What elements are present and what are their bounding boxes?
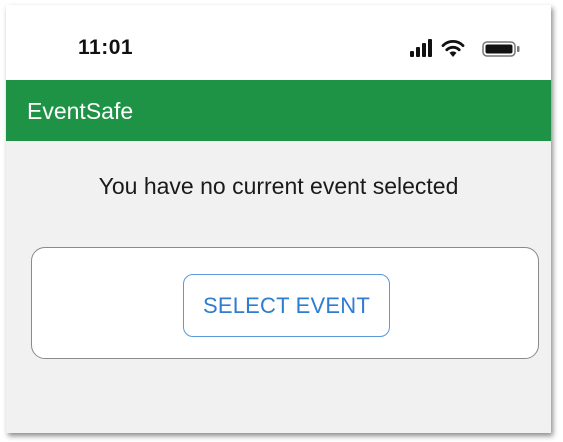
status-icons xyxy=(410,38,530,58)
battery-icon xyxy=(482,41,520,57)
wifi-icon xyxy=(441,40,465,57)
event-card: SELECT EVENT xyxy=(31,247,539,359)
phone-screen: 11:01 EventSafe You have no current even… xyxy=(6,5,551,433)
status-bar: 11:01 xyxy=(6,5,551,80)
status-time: 11:01 xyxy=(78,36,134,59)
empty-state-message: You have no current event selected xyxy=(98,173,459,199)
signal-icon xyxy=(410,39,432,57)
app-bar: EventSafe xyxy=(6,80,551,141)
select-event-button[interactable]: SELECT EVENT xyxy=(183,274,390,337)
app-title: EventSafe xyxy=(27,98,134,124)
